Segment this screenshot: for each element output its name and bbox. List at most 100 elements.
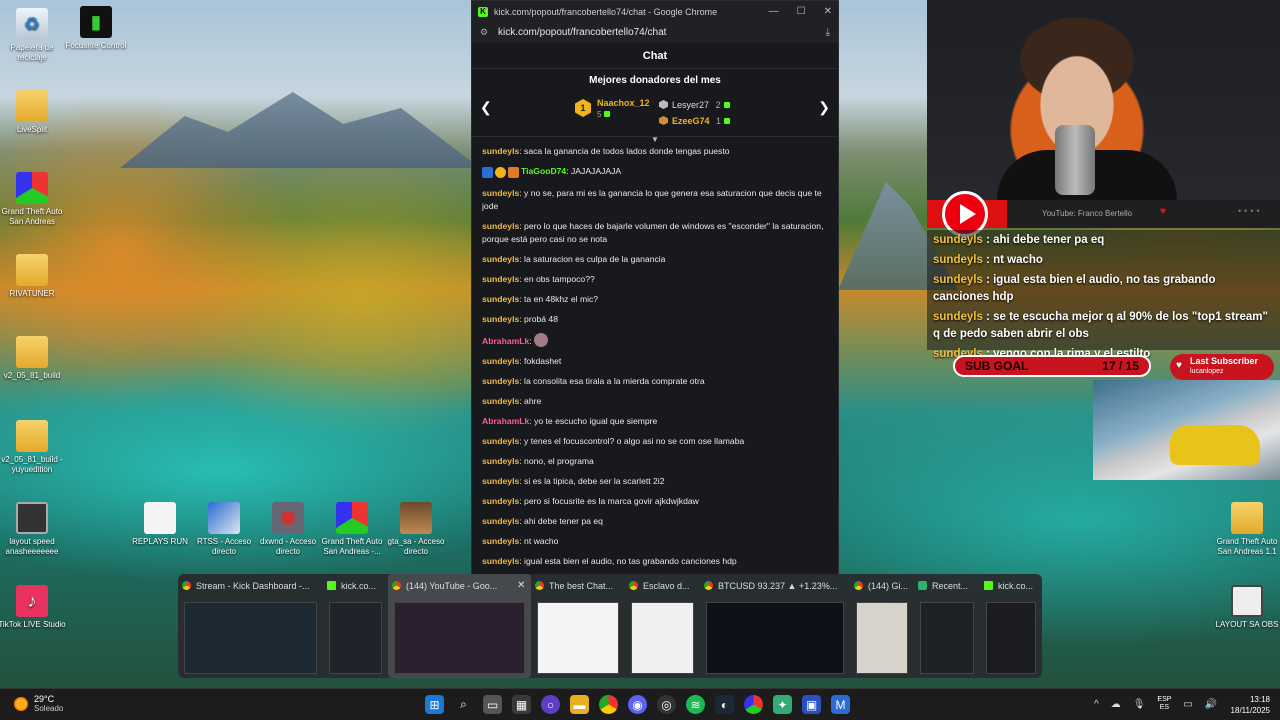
url-text[interactable]: kick.com/popout/francobertello74/chat [498,27,666,38]
chat-message[interactable]: TiaGooD74: JAJAJAJAJA [482,165,828,180]
chat-username[interactable]: sundeyls [482,476,519,486]
task-view-icon[interactable]: ▭ [483,695,502,714]
desktop-icon-dxwnd[interactable]: dxwnd - Acceso directo [253,502,323,557]
taskbar-thumbnail[interactable]: The best Chat... [531,574,625,678]
chat-username[interactable]: sundeyls [482,356,519,366]
chevron-right-icon[interactable]: ❯ [818,99,830,116]
desktop-icon-gta-11[interactable]: Grand Theft Auto San Andreas 1.1 [1212,502,1280,557]
donor-row[interactable]: EzeeG74 1 [659,113,731,129]
chat-message[interactable]: sundeyls: nono, el programa [482,455,828,468]
thumbnail-preview[interactable] [329,602,382,674]
game-icon[interactable]: ✦ [773,695,792,714]
thumbnail-preview[interactable] [920,602,974,674]
chat-message[interactable]: sundeyls: la saturacion es culpa de la g… [482,253,828,266]
chat-username[interactable]: sundeyls [482,396,519,406]
minimize-button[interactable]: — [769,6,779,17]
desktop-icon-focusrite[interactable]: ▮ Focusrite Control [61,6,131,51]
desktop-icon-tiktok[interactable]: ♪ TikTok LIVE Studio [0,585,67,630]
chat-message[interactable]: sundeyls: pero lo que haces de bajarle v… [482,220,828,246]
cloud-icon[interactable]: ☁ [1111,699,1121,710]
chat-username[interactable]: sundeyls [482,436,519,446]
chat-username[interactable]: sundeyls [482,556,519,566]
chat-username[interactable]: sundeyls [482,188,519,198]
desktop-icon-gta[interactable]: Grand Theft Auto San Andreas [0,172,67,227]
chat-message[interactable]: sundeyls: ahre [482,395,828,408]
chat-message[interactable]: sundeyls: la consolita esa tirala a la m… [482,375,828,388]
taskbar-thumbnail[interactable]: kick.co... [323,574,388,678]
desktop-icon-rtss[interactable]: RTSS - Acceso directo [189,502,259,557]
chat-username[interactable]: TiaGooD74 [521,166,566,176]
taskbar-thumbnail[interactable]: kick.co... [980,574,1042,678]
chrome-chat-window[interactable]: K kick.com/popout/francobertello74/chat … [471,0,839,576]
maximize-button[interactable]: ☐ [797,6,806,17]
m-app-icon[interactable]: M [831,695,850,714]
desktop-icon-build-yuyu[interactable]: v2_05_81_build - yuyuedition [0,420,67,475]
desktop-icon-gta-sa[interactable]: gta_sa - Acceso directo [381,502,451,557]
taskbar-thumbnail[interactable]: Recent... [914,574,980,678]
chat-message[interactable]: sundeyls: en obs tampoco?? [482,273,828,286]
thumbnail-preview[interactable] [706,602,844,674]
volume-icon[interactable]: 🔊 [1205,699,1217,710]
windows-start-icon[interactable]: ⊞ [425,695,444,714]
chat-username[interactable]: sundeyls [482,294,519,304]
close-button[interactable]: ✕ [824,6,832,17]
chat-username[interactable]: AbrahamLk [482,336,529,346]
chat-username[interactable]: sundeyls [482,274,519,284]
chevron-left-icon[interactable]: ❮ [480,99,492,116]
thumbnail-preview[interactable] [394,602,525,674]
store-icon[interactable]: ▦ [512,695,531,714]
weather-widget[interactable]: 29°C Soleado [14,694,63,714]
thumbnail-preview[interactable] [631,602,694,674]
chat-username[interactable]: sundeyls [482,146,519,156]
chat-username[interactable]: sundeyls [482,456,519,466]
desktop-icon-recycle-bin[interactable]: ♻ Papelera de reciclaje [0,8,67,63]
taskbar-thumbnail[interactable]: (144) YouTube - Goo... ✕ [388,574,531,678]
taskbar-thumbnail[interactable]: BTCUSD 93.237 ▲ +1.23%... [700,574,850,678]
tray-chevron-icon[interactable]: ^ [1094,699,1099,710]
chat-message[interactable]: sundeyls: y no se, para mi es la gananci… [482,187,828,213]
taskbar-thumbnail[interactable]: Stream - Kick Dashboard -... [178,574,323,678]
thumbnail-preview[interactable] [986,602,1036,674]
clock[interactable]: 13:18 18/11/2025 [1231,694,1270,716]
desktop-icon-gta-shortcut[interactable]: Grand Theft Auto San Andreas -... [317,502,387,557]
chat-username[interactable]: sundeyls [482,376,519,386]
chat-username[interactable]: sundeyls [482,496,519,506]
file-explorer-icon[interactable]: ▬ [570,695,589,714]
chat-message-list[interactable]: sundeyls: saca la ganancia de todos lado… [472,143,838,575]
spotify-icon[interactable]: ≋ [686,695,705,714]
chat-message[interactable]: AbrahamLk: [482,333,828,348]
chat-username[interactable]: sundeyls [482,221,519,231]
taskbar-thumbnail[interactable]: Esclavo d... [625,574,700,678]
mic-icon[interactable]: 🎙 [1133,699,1146,710]
chat-message[interactable]: sundeyls: fokdashet [482,355,828,368]
network-icon[interactable]: ▭ [1183,699,1192,710]
thumbnail-preview[interactable] [184,602,317,674]
download-icon[interactable]: ⤓ [826,27,830,38]
search-icon[interactable]: ⌕ [454,695,473,714]
chat-username[interactable]: AbrahamLk [482,416,529,426]
obs-icon[interactable]: ◎ [657,695,676,714]
taskbar-thumbnail[interactable]: (144) Gi... [850,574,914,678]
steam-icon[interactable]: ◐ [715,695,734,714]
chat-message[interactable]: sundeyls: saca la ganancia de todos lado… [482,145,828,158]
chat-username[interactable]: sundeyls [482,516,519,526]
desktop-icon-livesplit[interactable]: LiveSplit [0,90,67,135]
donor-row[interactable]: Lesyer27 2 [659,97,730,113]
chat-username[interactable]: sundeyls [482,536,519,546]
app-circle-icon[interactable]: ○ [541,695,560,714]
desktop-icon-rivatuner[interactable]: RIVATUNER [0,254,67,299]
chat-message[interactable]: sundeyls: ahi debe tener pa eq [482,515,828,528]
chat-username[interactable]: sundeyls [482,314,519,324]
taskbar-thumbnail-popup[interactable]: Stream - Kick Dashboard -... kick.co... (1… [178,574,1042,678]
chat-message[interactable]: sundeyls: nt wacho [482,535,828,548]
chat-username[interactable]: sundeyls [482,254,519,264]
close-icon[interactable]: ✕ [517,580,525,591]
chat-message[interactable]: AbrahamLk: yo te escucho igual que siemp… [482,415,828,428]
gta-icon[interactable] [744,695,763,714]
desktop-icon-replays[interactable]: REPLAYS RUN [125,502,195,547]
thumbnail-preview[interactable] [856,602,908,674]
top-donor[interactable]: 1 Naachox_12 5 [575,97,650,119]
address-bar[interactable]: ⚙ kick.com/popout/francobertello74/chat … [472,22,838,43]
chat-message[interactable]: sundeyls: ta en 48khz el mic? [482,293,828,306]
thumbnail-preview[interactable] [537,602,619,674]
